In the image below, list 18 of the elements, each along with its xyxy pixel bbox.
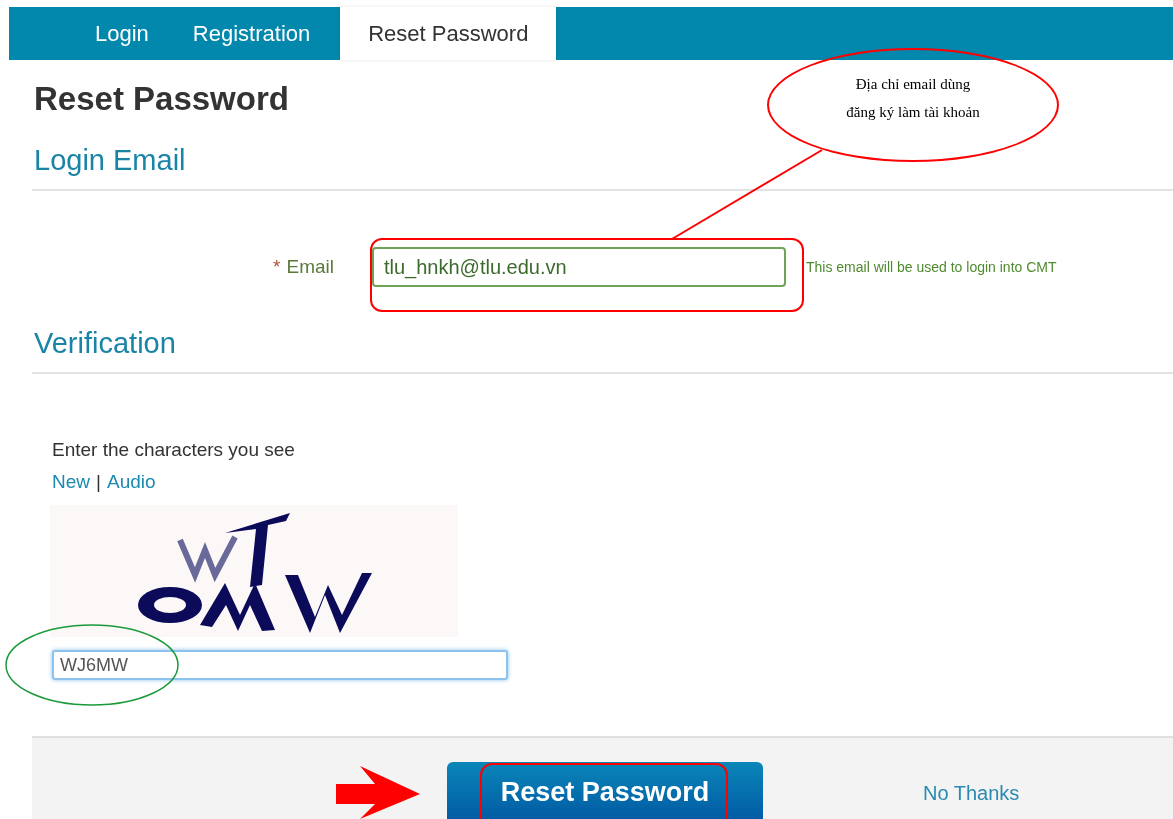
nav-tab[interactable]: Reset Password	[340, 7, 557, 60]
arrow-icon	[336, 766, 420, 819]
no-thanks-link[interactable]: No Thanks	[923, 782, 1020, 805]
email-field[interactable]: tlu_hnkh@tlu.edu.vn	[372, 247, 786, 287]
reset-password-button[interactable]: Reset Password	[447, 762, 763, 819]
field-label: * Email	[272, 256, 334, 278]
callout-text: Địa chỉ email dùng đăng ký làm tài khoản	[846, 75, 980, 122]
page-title: Reset Password	[34, 80, 289, 118]
audio-link[interactable]: Audio	[106, 471, 156, 493]
section-heading: Verification	[32, 327, 1173, 374]
help-text: This email will be used to login into CMT	[806, 259, 1057, 275]
new-link[interactable]: New	[52, 471, 90, 493]
captcha-prompt: Enter the characters you see	[52, 439, 296, 461]
captcha-field[interactable]: WJ6MW	[52, 650, 508, 680]
section-heading: Login Email	[32, 144, 1173, 191]
separator: |	[96, 471, 101, 493]
nav-tab[interactable]: Registration	[170, 7, 333, 60]
nav-tab[interactable]: Login	[73, 7, 171, 60]
